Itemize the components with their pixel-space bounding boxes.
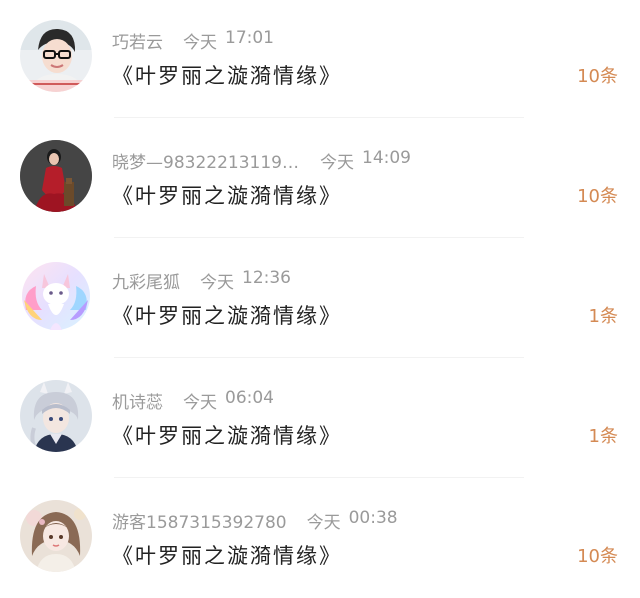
avatar-girl-glasses-icon [20, 20, 92, 92]
timestamp-time: 14:09 [362, 147, 411, 168]
timestamp-time: 00:38 [348, 507, 398, 528]
item-meta: 晓梦—983222131193… 今天 14:09 [112, 146, 411, 174]
timestamp-time: 06:04 [225, 387, 274, 408]
item-meta: 巧若云 今天 17:01 [112, 26, 274, 54]
avatar-fox-icon [20, 260, 92, 332]
user-name: 晓梦—983222131193… [112, 152, 300, 173]
count-badge: 10条 [577, 66, 618, 87]
timestamp-day: 今天 [183, 32, 217, 53]
count-badge: 1条 [588, 306, 618, 327]
timestamp-day: 今天 [306, 512, 341, 533]
user-name: 巧若云 [112, 32, 163, 53]
item-meta: 游客1587315392780 今天 00:38 [112, 506, 398, 534]
timestamp-day: 今天 [183, 392, 217, 413]
count-badge: 10条 [577, 546, 618, 567]
timestamp-day: 今天 [320, 152, 354, 173]
timestamp-time: 17:01 [225, 27, 274, 48]
user-name: 机诗蕊 [112, 392, 163, 413]
item-title[interactable]: 《叶罗丽之漩漪情缘》 [112, 60, 342, 90]
divider [114, 237, 524, 238]
timestamp: 今天 06:04 [183, 388, 274, 413]
avatar[interactable] [20, 380, 92, 452]
avatar-anime-boy-icon [20, 380, 92, 452]
avatar-anime-girl-icon [20, 500, 92, 572]
user-name: 游客1587315392780 [112, 512, 287, 533]
timestamp: 今天 17:01 [183, 28, 274, 53]
list-item[interactable]: 巧若云 今天 17:01 《叶罗丽之漩漪情缘》 10条 [0, 0, 640, 118]
item-title[interactable]: 《叶罗丽之漩漪情缘》 [112, 180, 342, 210]
timestamp-time: 12:36 [242, 267, 291, 288]
item-title[interactable]: 《叶罗丽之漩漪情缘》 [112, 300, 342, 330]
count-badge: 1条 [588, 426, 618, 447]
item-title[interactable]: 《叶罗丽之漩漪情缘》 [112, 540, 342, 570]
avatar[interactable] [20, 260, 92, 332]
timestamp: 今天 14:09 [320, 148, 411, 173]
list-item[interactable]: 晓梦—983222131193… 今天 14:09 《叶罗丽之漩漪情缘》 10条 [0, 120, 640, 238]
item-meta: 九彩尾狐 今天 12:36 [112, 266, 291, 294]
list-item[interactable]: 九彩尾狐 今天 12:36 《叶罗丽之漩漪情缘》 1条 [0, 240, 640, 358]
avatar[interactable] [20, 20, 92, 92]
avatar[interactable] [20, 140, 92, 212]
message-list: 巧若云 今天 17:01 《叶罗丽之漩漪情缘》 10条 晓梦—983222131… [0, 0, 640, 597]
timestamp: 今天 12:36 [200, 268, 291, 293]
item-title[interactable]: 《叶罗丽之漩漪情缘》 [112, 420, 342, 450]
timestamp: 今天 00:38 [307, 508, 398, 533]
divider [114, 117, 524, 118]
list-item[interactable]: 游客1587315392780 今天 00:38 《叶罗丽之漩漪情缘》 10条 [0, 480, 640, 598]
item-meta: 机诗蕊 今天 06:04 [112, 386, 274, 414]
count-badge: 10条 [577, 186, 618, 207]
list-item[interactable]: 机诗蕊 今天 06:04 《叶罗丽之漩漪情缘》 1条 [0, 360, 640, 478]
avatar[interactable] [20, 500, 92, 572]
user-name: 九彩尾狐 [112, 272, 180, 293]
divider [114, 357, 524, 358]
divider [114, 477, 524, 478]
avatar-woman-red-dress-icon [20, 140, 92, 212]
timestamp-day: 今天 [200, 272, 234, 293]
